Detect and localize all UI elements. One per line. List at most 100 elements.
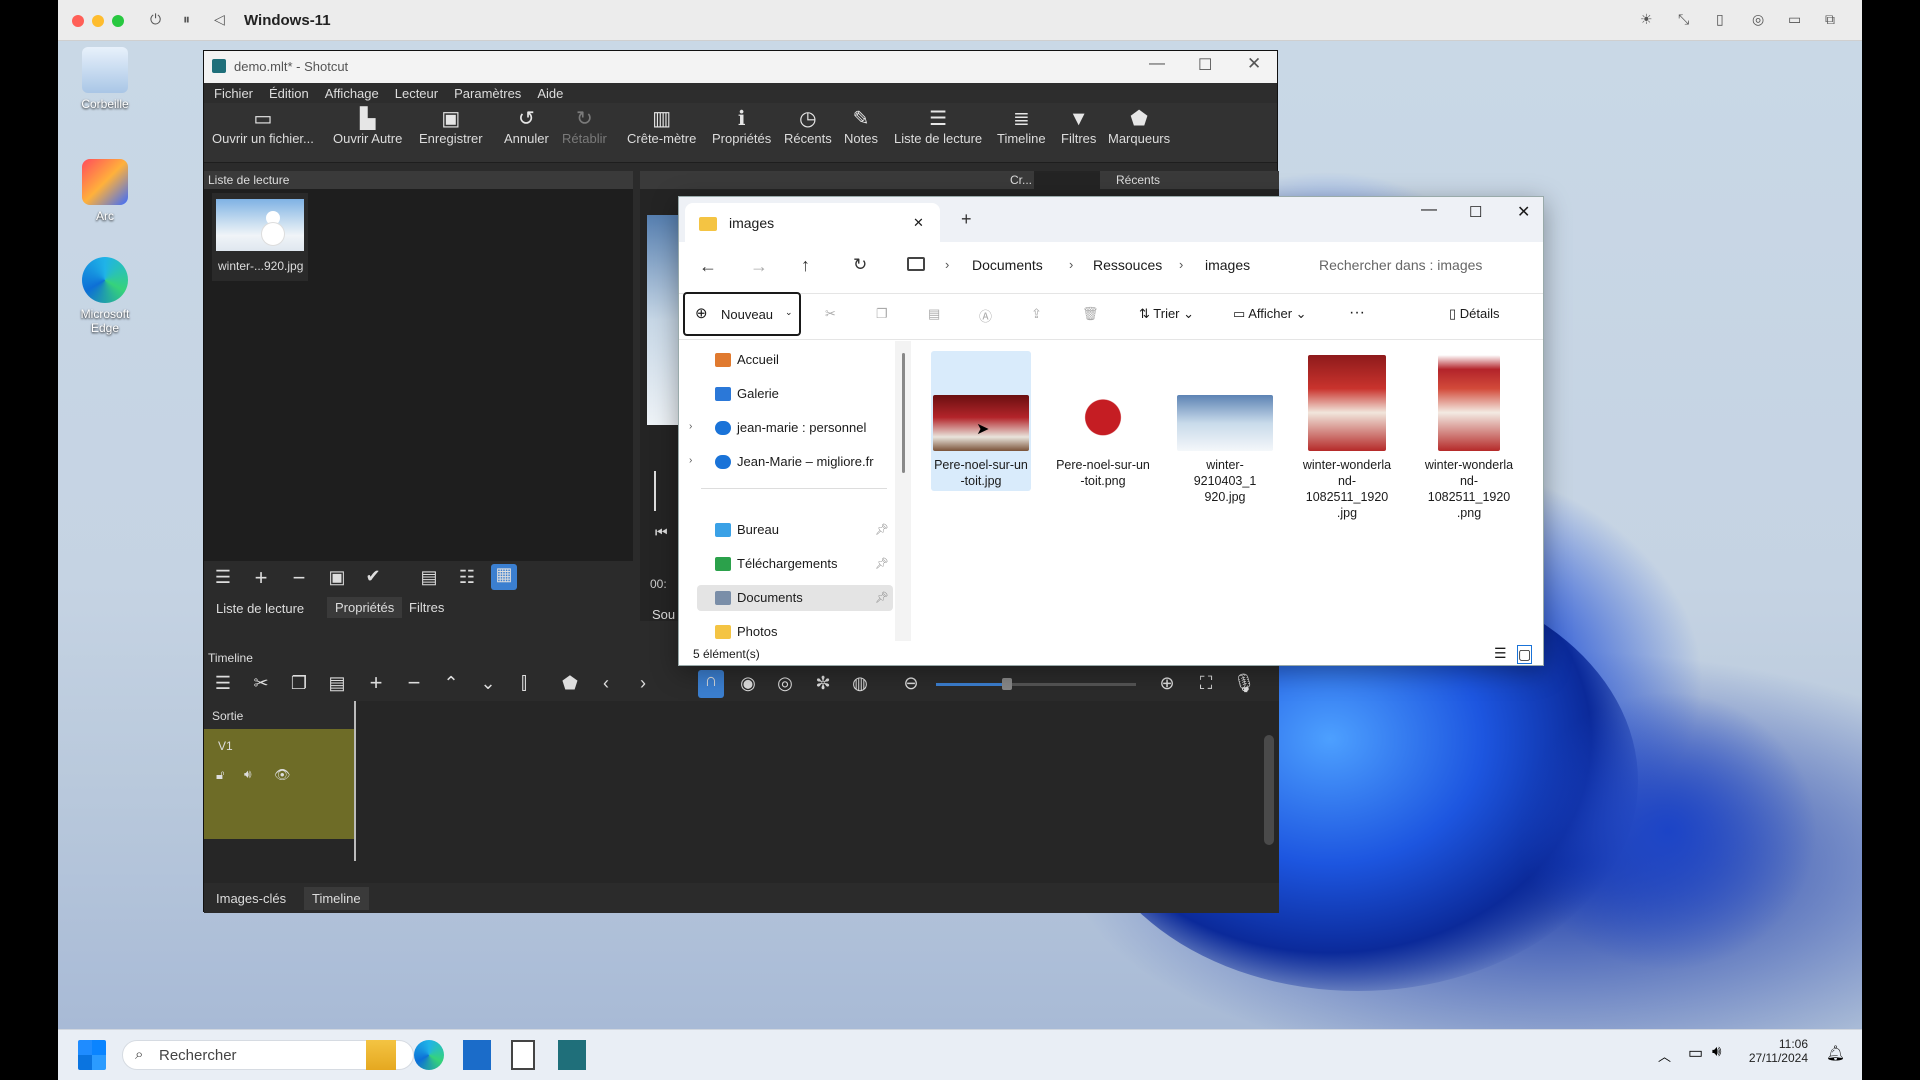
- desktop-icon-recycle-bin[interactable]: Corbeille: [65, 47, 145, 111]
- list-view-icon[interactable]: ☷: [454, 567, 480, 588]
- hide-icon[interactable]: 👁︎: [274, 767, 291, 783]
- timeline-button[interactable]: ≣ Timeline: [997, 107, 1046, 146]
- open-file-button[interactable]: ▭ Ouvrir un fichier...: [212, 107, 314, 146]
- details-view-icon[interactable]: ☰: [1494, 645, 1507, 662]
- undo-button[interactable]: ↺ Annuler: [504, 107, 549, 146]
- file-item[interactable]: Pere-noel-sur-un -toit.png: [1053, 351, 1153, 491]
- back-icon[interactable]: ◁: [214, 11, 225, 28]
- cut-icon[interactable]: ✂: [825, 306, 836, 322]
- lift-icon[interactable]: ⌃: [438, 673, 464, 694]
- paste-icon[interactable]: ▤: [324, 673, 350, 694]
- back-arrow-icon[interactable]: ←: [699, 256, 717, 277]
- zoom-out-icon[interactable]: ⊖: [898, 673, 924, 694]
- network-icon[interactable]: ▭: [1688, 1043, 1703, 1063]
- zoom-slider[interactable]: [936, 678, 1136, 690]
- brightness-icon[interactable]: ☀: [1640, 11, 1653, 28]
- minimize-traffic-light[interactable]: [92, 15, 104, 27]
- windows-icon[interactable]: ⧉: [1825, 11, 1835, 28]
- expand-chevron-icon[interactable]: ›: [689, 421, 692, 432]
- copy-icon[interactable]: ❐: [876, 306, 888, 322]
- chevron-up-icon[interactable]: ︿: [1658, 1046, 1671, 1065]
- timeline-menu-icon[interactable]: ☰: [210, 673, 236, 694]
- volume-icon[interactable]: 🔊︎: [1712, 1043, 1721, 1060]
- sidebar-item-bureau[interactable]: Bureau 📌︎: [697, 517, 893, 543]
- menu-edition[interactable]: Édition: [269, 86, 309, 101]
- split-icon[interactable]: ⫿: [511, 673, 537, 694]
- view-button[interactable]: ▭ Afficher ⌄: [1233, 306, 1307, 322]
- ripple-icon[interactable]: ◎: [772, 673, 798, 694]
- copy-icon[interactable]: ❐: [286, 673, 312, 694]
- record-audio-icon[interactable]: 🎙︎: [1231, 673, 1257, 694]
- mute-icon[interactable]: 🔊︎: [244, 767, 252, 782]
- close-icon[interactable]: ✕: [1517, 202, 1530, 222]
- track-header-v1[interactable]: V1 🔓︎ 🔊︎ 👁︎: [204, 729, 354, 839]
- more-options-button[interactable]: ···: [1349, 304, 1365, 322]
- zoom-fit-icon[interactable]: ⛶: [1193, 673, 1219, 694]
- sidebar-item-accueil[interactable]: Accueil: [697, 347, 893, 373]
- details-button[interactable]: ▯ Détails: [1449, 306, 1500, 322]
- properties-button[interactable]: ℹ Propriétés: [712, 107, 771, 146]
- resize-icon[interactable]: ⤡: [1678, 11, 1689, 28]
- timeline-scrollbar[interactable]: [1264, 735, 1274, 845]
- open-other-button[interactable]: ▙ Ouvrir Autre: [333, 107, 402, 146]
- delete-icon[interactable]: 🗑︎: [1082, 306, 1099, 322]
- menu-affichage[interactable]: Affichage: [325, 86, 379, 101]
- pin-icon[interactable]: 📌︎: [875, 517, 889, 543]
- zoom-in-icon[interactable]: ⊕: [1154, 673, 1180, 694]
- tab-filters[interactable]: Filtres: [409, 600, 444, 615]
- folder-share-icon[interactable]: ▭: [1788, 11, 1801, 28]
- pause-icon[interactable]: ⏸: [183, 11, 190, 28]
- menu-fichier[interactable]: Fichier: [214, 86, 253, 101]
- tiles-view-icon[interactable]: ▢: [1517, 645, 1533, 664]
- snap-icon[interactable]: ∩: [698, 670, 724, 698]
- sidebar-item-photos[interactable]: Photos: [697, 619, 893, 639]
- tab-properties[interactable]: Propriétés: [327, 597, 403, 618]
- new-button[interactable]: ⊕ Nouveau ⌄: [683, 292, 801, 336]
- scrub-playhead[interactable]: [654, 471, 656, 511]
- sidebar-item-galerie[interactable]: Galerie: [697, 381, 893, 407]
- maximize-icon[interactable]: ☐: [1198, 55, 1212, 75]
- usb-icon[interactable]: ▯: [1716, 11, 1724, 28]
- overwrite-icon[interactable]: ⌄: [475, 673, 501, 694]
- close-icon[interactable]: ✕: [1247, 54, 1261, 74]
- explorer-tab[interactable]: images ✕: [685, 203, 940, 242]
- playlist-button[interactable]: ☰ Liste de lecture: [894, 107, 982, 146]
- refresh-icon[interactable]: ↻: [853, 255, 867, 275]
- share-icon[interactable]: ⇪: [1031, 306, 1042, 322]
- new-tab-icon[interactable]: +: [961, 209, 972, 230]
- redo-button[interactable]: ↻ Rétablir: [562, 107, 607, 146]
- sort-button[interactable]: ⇅ Trier ⌄: [1139, 306, 1194, 322]
- forward-arrow-icon[interactable]: →: [750, 256, 768, 277]
- breadcrumb-documents[interactable]: Documents: [972, 257, 1043, 273]
- file-item[interactable]: winter-wonderla nd-1082511_1920 .png: [1419, 351, 1519, 520]
- filters-button[interactable]: ▼ Filtres: [1061, 107, 1096, 146]
- sidebar-item-telechargements[interactable]: Téléchargements 📌︎: [697, 551, 893, 577]
- prev-marker-icon[interactable]: ‹: [593, 673, 619, 694]
- next-marker-icon[interactable]: ›: [630, 673, 656, 694]
- lock-icon[interactable]: 🔓︎: [216, 767, 224, 783]
- playlist-check-icon[interactable]: ✔: [360, 566, 386, 587]
- file-explorer-taskbar-icon[interactable]: [366, 1040, 396, 1070]
- sidebar-item-onedrive-migliore[interactable]: Jean-Marie – migliore.fr: [697, 449, 902, 475]
- scrub-audio-icon[interactable]: ◉: [735, 673, 761, 694]
- clock[interactable]: 11:06 27/11/2024: [1748, 1037, 1808, 1065]
- playlist-update-icon[interactable]: ▣: [324, 567, 350, 588]
- desktop-icon-edge[interactable]: Microsoft Edge: [65, 257, 145, 335]
- sidebar-item-documents[interactable]: Documents 📌︎: [697, 585, 893, 611]
- breadcrumb-images[interactable]: images: [1205, 257, 1250, 273]
- menu-aide[interactable]: Aide: [537, 86, 563, 101]
- desktop-icon-arc[interactable]: Arc: [65, 159, 145, 223]
- ripple-all-icon[interactable]: ✼: [810, 673, 836, 694]
- shotcut-taskbar-icon[interactable]: [558, 1040, 586, 1070]
- up-arrow-icon[interactable]: ↑: [801, 255, 810, 276]
- playlist-add-icon[interactable]: +: [248, 565, 274, 591]
- remote-desktop-taskbar-icon[interactable]: [463, 1040, 491, 1070]
- append-icon[interactable]: +: [363, 670, 389, 696]
- playlist-item[interactable]: winter-...920.jpg: [212, 193, 308, 281]
- sidebar-scroll-track[interactable]: [895, 341, 911, 641]
- close-traffic-light[interactable]: [72, 15, 84, 27]
- record-icon[interactable]: ◎: [1752, 11, 1764, 28]
- tab-close-icon[interactable]: ✕: [913, 215, 924, 231]
- recents-button[interactable]: ◷ Récents: [784, 107, 832, 146]
- edge-taskbar-icon[interactable]: [414, 1040, 444, 1070]
